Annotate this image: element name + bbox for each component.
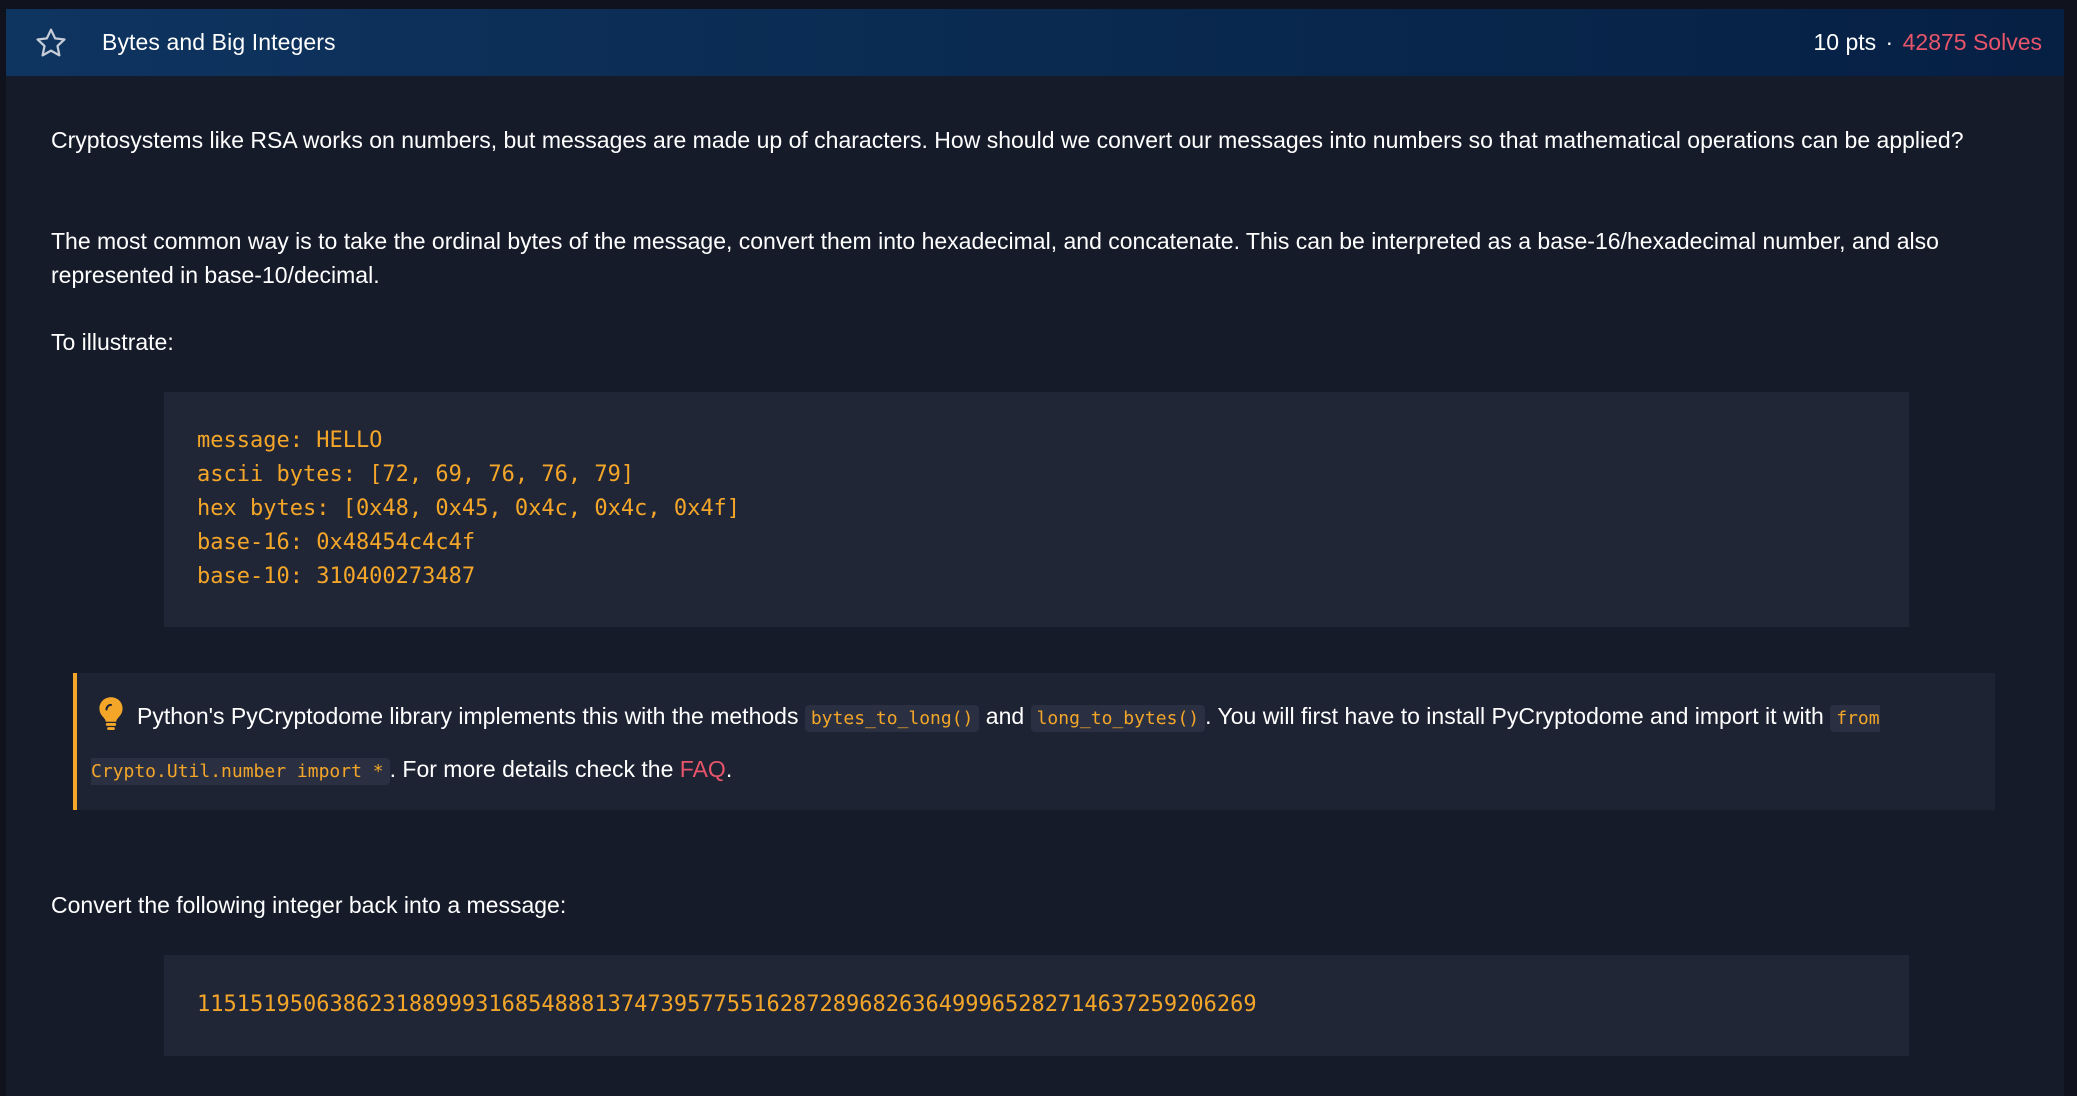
tip-text: . For more details check the <box>389 756 680 782</box>
tip-text: . You will first have to install PyCrypt… <box>1205 703 1831 729</box>
tip-text: Python's PyCryptodome library implements… <box>137 703 805 729</box>
code-line: message: HELLO <box>197 428 383 453</box>
solves-count[interactable]: 42875 Solves <box>1903 29 2042 55</box>
star-icon[interactable] <box>34 26 68 60</box>
intro-paragraph: Cryptosystems like RSA works on numbers,… <box>51 127 1964 153</box>
challenge-integer: 1151519506386231889993168548881374739577… <box>197 992 1257 1017</box>
meta-separator: · <box>1885 29 1894 55</box>
points-label: 10 pts <box>1813 29 1877 55</box>
long-to-bytes-code: long_to_bytes() <box>1030 705 1206 732</box>
challenge-header[interactable]: Bytes and Big Integers 10 pts · 42875 So… <box>6 9 2064 76</box>
faq-link[interactable]: FAQ <box>680 756 726 782</box>
tip-callout: Python's PyCryptodome library implements… <box>73 673 1995 810</box>
lightbulb-icon <box>95 696 127 732</box>
method-paragraph: The most common way is to take the ordin… <box>51 228 1939 288</box>
challenge-panel: Bytes and Big Integers 10 pts · 42875 So… <box>6 9 2064 1096</box>
challenge-title: Bytes and Big Integers <box>102 29 336 55</box>
code-line: base-10: 310400273487 <box>197 564 476 589</box>
bytes-to-long-code: bytes_to_long() <box>804 705 980 732</box>
code-line: base-16: 0x48454c4c4f <box>197 530 476 555</box>
tip-text: and <box>979 703 1031 729</box>
example-codeblock: message: HELLO ascii bytes: [72, 69, 76,… <box>164 392 1909 627</box>
tip-text: . <box>725 756 733 782</box>
code-line: ascii bytes: [72, 69, 76, 76, 79] <box>197 462 635 487</box>
challenge-meta: 10 pts · 42875 Solves <box>1814 29 2043 56</box>
code-line: hex bytes: [0x48, 0x45, 0x4c, 0x4c, 0x4f… <box>197 496 741 521</box>
integer-codeblock: 1151519506386231889993168548881374739577… <box>164 955 1909 1056</box>
illustrate-label: To illustrate: <box>51 329 174 355</box>
task-prompt: Convert the following integer back into … <box>51 892 567 918</box>
